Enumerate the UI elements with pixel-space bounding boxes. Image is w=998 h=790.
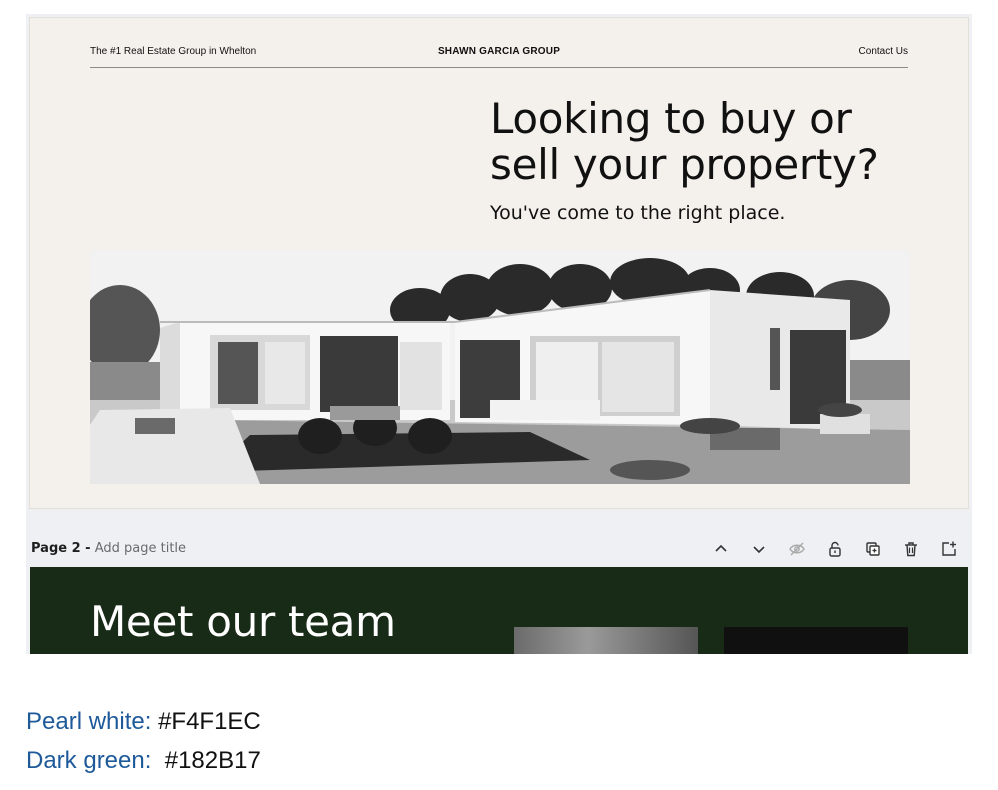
move-page-up-button[interactable] [702, 536, 740, 562]
move-page-down-button[interactable] [740, 536, 778, 562]
headline-line-1: Looking to buy or [490, 94, 852, 143]
lock-page-button[interactable] [816, 536, 854, 562]
add-page-button[interactable] [930, 536, 968, 562]
swatch-hex: #F4F1EC [158, 708, 261, 735]
site-header: The #1 Real Estate Group in Whelton SHAW… [90, 46, 908, 68]
duplicate-page-button[interactable] [854, 536, 892, 562]
team-photo-2[interactable] [724, 627, 908, 654]
page-number-label: Page 2 - [31, 541, 91, 556]
house-photo[interactable] [90, 250, 910, 484]
headline-line-2: sell your property? [490, 140, 879, 189]
page-title-field[interactable]: Page 2 - Add page title [31, 541, 186, 556]
page-actions [702, 536, 968, 562]
delete-page-button[interactable] [892, 536, 930, 562]
swatch-dark-green: Dark green: #182B17 [26, 747, 261, 775]
hero-subheadline[interactable]: You've come to the right place. [490, 202, 785, 224]
swatch-name: Pearl white: [26, 708, 152, 735]
lock-icon [829, 541, 841, 557]
page-1[interactable]: The #1 Real Estate Group in Whelton SHAW… [30, 18, 968, 508]
duplicate-icon [866, 542, 880, 556]
editor-canvas: The #1 Real Estate Group in Whelton SHAW… [26, 14, 972, 654]
page-2[interactable]: Meet our team [30, 567, 968, 654]
chevron-down-icon [753, 546, 765, 554]
header-tagline[interactable]: The #1 Real Estate Group in Whelton [90, 46, 256, 57]
hero-headline[interactable]: Looking to buy or sell your property? [490, 96, 910, 188]
brand-name[interactable]: SHAWN GARCIA GROUP [438, 46, 560, 57]
team-heading[interactable]: Meet our team [90, 597, 396, 646]
chevron-up-icon [715, 544, 727, 552]
trash-icon [905, 542, 917, 557]
swatch-pearl-white: Pearl white: #F4F1EC [26, 708, 261, 736]
swatch-name: Dark green: [26, 747, 152, 774]
house-illustration [90, 250, 910, 484]
hide-icon [789, 542, 805, 556]
add-page-icon [942, 541, 956, 556]
add-page-title-input[interactable]: Add page title [95, 541, 186, 556]
hide-page-button[interactable] [778, 536, 816, 562]
contact-link[interactable]: Contact Us [859, 46, 908, 57]
page-2-toolbar: Page 2 - Add page title [30, 532, 968, 566]
team-photo-1[interactable] [514, 627, 698, 654]
swatch-hex: #182B17 [164, 747, 261, 774]
